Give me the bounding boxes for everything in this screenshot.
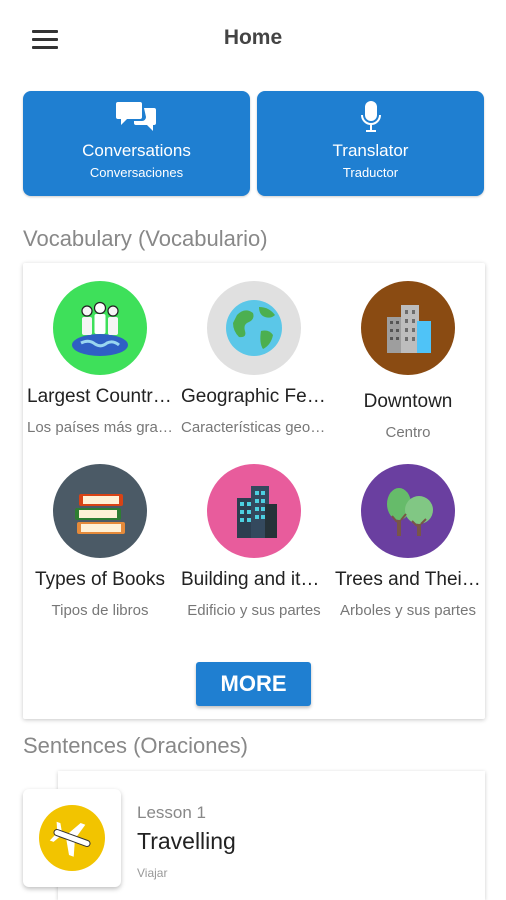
- lesson-title: Travelling: [137, 828, 236, 854]
- vocab-item-subtitle: Tipos de libros: [51, 602, 149, 619]
- lesson-number: Lesson 1: [137, 803, 206, 822]
- vocab-item-title: Trees and Their Parts: [335, 569, 481, 590]
- vocab-item-downtown[interactable]: Downtown Centro: [331, 263, 485, 443]
- lesson-subtitle: Viajar: [137, 866, 168, 880]
- translator-button[interactable]: Translator Traductor: [257, 91, 484, 196]
- page-title: Home: [223, 26, 283, 49]
- conversations-button[interactable]: Conversations Conversaciones: [23, 91, 250, 196]
- people-on-globe-icon: [53, 281, 147, 375]
- lesson-thumbnail: [23, 789, 121, 887]
- trees-icon: [361, 464, 455, 558]
- chat-bubbles-icon: [23, 99, 250, 135]
- vocab-item-types-of-books[interactable]: Types of Books Tipos de libros: [23, 446, 177, 626]
- vocab-item-subtitle: Edificio y sus partes: [187, 602, 321, 619]
- vocab-item-subtitle: Los países más grandes: [27, 419, 173, 436]
- vocab-item-subtitle: Centro: [385, 424, 431, 441]
- book-stack-icon: [53, 464, 147, 558]
- vocab-item-title: Largest Countries: [27, 386, 173, 407]
- earth-globe-icon: [207, 281, 301, 375]
- sentences-section-title: Sentences (Oraciones): [23, 733, 248, 758]
- microphone-icon: [257, 99, 484, 135]
- vocab-item-title: Types of Books: [35, 569, 165, 590]
- vocab-item-subtitle: Características geográficas: [181, 419, 327, 436]
- vocab-item-trees-and-parts[interactable]: Trees and Their Parts Arboles y sus part…: [331, 446, 485, 626]
- app-bar: Home: [0, 0, 506, 78]
- lesson-card[interactable]: [58, 771, 485, 900]
- conversations-sublabel: Conversaciones: [89, 165, 184, 180]
- vocab-item-title: Geographic Features: [181, 386, 327, 407]
- translator-label: Translator: [332, 141, 409, 160]
- vocab-item-building-and-parts[interactable]: Building and its parts Edificio y sus pa…: [177, 446, 331, 626]
- vocab-item-title: Downtown: [363, 391, 453, 412]
- vocab-item-subtitle: Arboles y sus partes: [340, 602, 476, 619]
- skyscraper-icon: [207, 464, 301, 558]
- vocabulary-section-title: Vocabulary (Vocabulario): [23, 226, 268, 251]
- translator-sublabel: Traductor: [342, 165, 399, 180]
- vocab-item-title: Building and its parts: [181, 569, 327, 590]
- vocab-item-geographic-features[interactable]: Geographic Features Características geog…: [177, 263, 331, 443]
- city-buildings-icon: [361, 281, 455, 375]
- vocab-item-largest-countries[interactable]: Largest Countries Los países más grandes: [23, 263, 177, 443]
- airplane-icon: [39, 805, 105, 871]
- more-button[interactable]: MORE: [196, 662, 311, 706]
- vocabulary-card: Largest Countries Los países más grandes…: [23, 263, 485, 719]
- conversations-label: Conversations: [82, 141, 191, 160]
